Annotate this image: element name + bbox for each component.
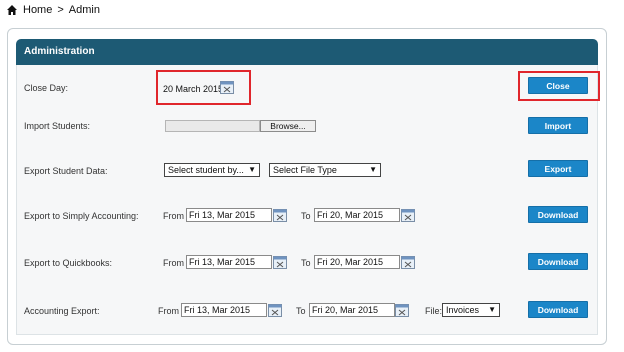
export-simply-to-label: To <box>301 211 311 221</box>
download-quickbooks-button[interactable]: Download <box>528 253 588 270</box>
browse-button[interactable]: Browse... <box>260 120 316 132</box>
panel-title: Administration <box>16 39 598 65</box>
export-quickbooks-from-label: From <box>163 258 184 268</box>
close-day-date: 20 March 2015 <box>163 84 224 94</box>
accounting-export-to-label: To <box>296 306 306 316</box>
accounting-export-file-label: File: <box>425 306 443 316</box>
close-button[interactable]: Close <box>528 77 588 94</box>
chevron-down-icon: ▼ <box>369 165 377 174</box>
export-simply-from-date[interactable]: Fri 13, Mar 2015 <box>186 208 272 222</box>
breadcrumb: Home > Admin <box>6 2 100 18</box>
file-type-dropdown[interactable]: Invoices ▼ <box>442 303 500 317</box>
select-student-dropdown[interactable]: Select student by... ▼ <box>164 163 260 177</box>
export-simply-to-date[interactable]: Fri 20, Mar 2015 <box>314 208 400 222</box>
file-path-field[interactable] <box>165 120 260 132</box>
export-student-data-label: Export Student Data: <box>24 166 108 176</box>
administration-panel: Administration Close Day: 20 March 2015 … <box>7 28 607 345</box>
import-students-label: Import Students: <box>24 121 91 131</box>
export-quickbooks-to-label: To <box>301 258 311 268</box>
export-simply-from-label: From <box>163 211 184 221</box>
select-file-type-value: Select File Type <box>273 165 337 175</box>
import-button[interactable]: Import <box>528 117 588 134</box>
calendar-icon[interactable] <box>220 81 234 94</box>
download-accounting-button[interactable]: Download <box>528 301 588 318</box>
calendar-icon[interactable] <box>401 209 415 222</box>
export-quickbooks-from-date[interactable]: Fri 13, Mar 2015 <box>186 255 272 269</box>
chevron-down-icon: ▼ <box>248 165 256 174</box>
calendar-icon[interactable] <box>273 209 287 222</box>
export-button[interactable]: Export <box>528 160 588 177</box>
select-file-type-dropdown[interactable]: Select File Type ▼ <box>269 163 381 177</box>
breadcrumb-separator: > <box>57 4 64 16</box>
calendar-icon[interactable] <box>268 304 282 317</box>
accounting-export-label: Accounting Export: <box>24 306 100 316</box>
accounting-export-from-date[interactable]: Fri 13, Mar 2015 <box>181 303 267 317</box>
panel-body: Close Day: 20 March 2015 Close Import St… <box>16 65 600 335</box>
home-icon[interactable] <box>6 4 18 16</box>
export-quickbooks-to-date[interactable]: Fri 20, Mar 2015 <box>314 255 400 269</box>
breadcrumb-home[interactable]: Home <box>23 4 52 16</box>
chevron-down-icon: ▼ <box>488 305 496 314</box>
file-type-value: Invoices <box>446 305 480 315</box>
close-day-label: Close Day: <box>24 83 69 93</box>
accounting-export-to-date[interactable]: Fri 20, Mar 2015 <box>309 303 395 317</box>
calendar-icon[interactable] <box>273 256 287 269</box>
download-simply-button[interactable]: Download <box>528 206 588 223</box>
select-student-value: Select student by... <box>168 165 244 175</box>
export-simply-label: Export to Simply Accounting: <box>24 211 139 221</box>
accounting-export-from-label: From <box>158 306 179 316</box>
breadcrumb-current: Admin <box>68 4 100 16</box>
export-quickbooks-label: Export to Quickbooks: <box>24 258 113 268</box>
calendar-icon[interactable] <box>395 304 409 317</box>
calendar-icon[interactable] <box>401 256 415 269</box>
